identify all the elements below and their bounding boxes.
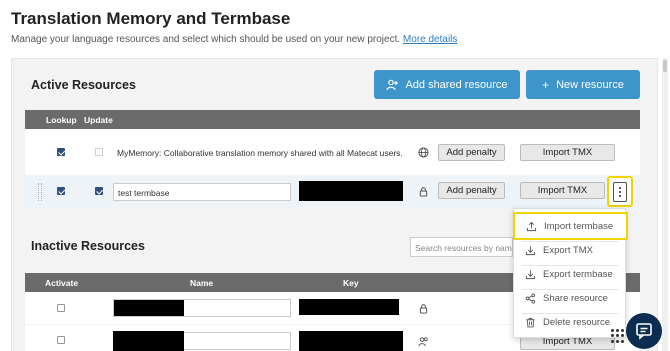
menu-item-export-tmx[interactable]: Export TMX — [514, 238, 627, 262]
upload-icon — [526, 221, 537, 231]
add-penalty-button[interactable]: Add penalty — [438, 182, 505, 199]
download-icon — [525, 245, 536, 255]
activate-checkbox[interactable] — [57, 336, 65, 344]
add-shared-resource-label: Add shared resource — [405, 78, 508, 91]
update-checkbox[interactable] — [95, 148, 103, 156]
menu-item-import-termbase[interactable]: Import termbase — [513, 212, 628, 240]
inactive-resources-title: Inactive Resources — [31, 239, 145, 253]
menu-item-label: Import termbase — [544, 220, 614, 232]
import-tmx-button[interactable]: Import TMX — [520, 144, 615, 161]
active-resources-title: Active Resources — [31, 78, 136, 92]
column-activate: Activate — [45, 278, 79, 288]
active-table-header: Lookup Update — [25, 110, 640, 129]
column-update: Update — [84, 115, 113, 125]
menu-item-share-resource[interactable]: Share resource — [514, 286, 627, 310]
resource-name-input[interactable]: test termbase — [113, 183, 291, 201]
resource-options-menu: Import termbase Export TMX Export termba… — [513, 208, 628, 338]
resource-name: MyMemory: Collaborative translation memo… — [117, 148, 403, 158]
add-penalty-button[interactable]: Add penalty — [438, 144, 505, 161]
scrollbar-thumb[interactable] — [663, 60, 667, 72]
lock-icon — [419, 187, 428, 197]
apps-grid-icon[interactable] — [611, 329, 625, 343]
page-title: Translation Memory and Termbase — [11, 9, 291, 28]
column-key: Key — [343, 278, 359, 288]
redacted-key — [299, 331, 403, 351]
globe-icon — [418, 147, 429, 158]
column-name: Name — [190, 278, 214, 288]
chat-button[interactable] — [626, 313, 662, 349]
new-resource-label: New resource — [556, 78, 624, 91]
more-options-button[interactable] — [607, 176, 633, 207]
share-icon — [525, 292, 536, 304]
add-shared-resource-button[interactable]: Add shared resource — [374, 70, 520, 99]
menu-item-label: Share resource — [543, 292, 608, 304]
subtitle-text: Manage your language resources and selec… — [11, 34, 401, 45]
shared-users-icon — [418, 337, 428, 347]
menu-item-label: Delete resource — [543, 316, 611, 328]
plus-icon: + — [542, 77, 550, 92]
redacted-name — [113, 331, 184, 351]
redacted-key — [299, 299, 399, 315]
redacted-name — [114, 300, 184, 316]
new-resource-button[interactable]: + New resource — [526, 70, 640, 99]
kebab-icon — [613, 181, 627, 202]
lookup-checkbox[interactable] — [57, 187, 65, 195]
page-subtitle: Manage your language resources and selec… — [11, 34, 457, 45]
drag-handle[interactable] — [38, 183, 42, 201]
chat-icon — [636, 323, 652, 340]
update-checkbox[interactable] — [95, 187, 103, 195]
add-user-icon — [386, 79, 399, 90]
more-details-link[interactable]: More details — [403, 34, 457, 45]
lock-icon — [419, 304, 428, 314]
trash-icon — [526, 317, 535, 327]
activate-checkbox[interactable] — [57, 304, 65, 312]
menu-item-export-termbase[interactable]: Export termbase — [514, 262, 627, 286]
menu-item-label: Export termbase — [543, 268, 613, 280]
search-input[interactable]: Search resources by name — [410, 237, 513, 257]
menu-item-label: Export TMX — [543, 244, 593, 256]
download-icon — [525, 269, 536, 279]
scrollbar-track[interactable] — [662, 58, 668, 351]
import-tmx-button[interactable]: Import TMX — [520, 182, 605, 199]
redacted-key — [299, 181, 403, 201]
lookup-checkbox[interactable] — [57, 148, 65, 156]
column-lookup: Lookup — [46, 115, 77, 125]
